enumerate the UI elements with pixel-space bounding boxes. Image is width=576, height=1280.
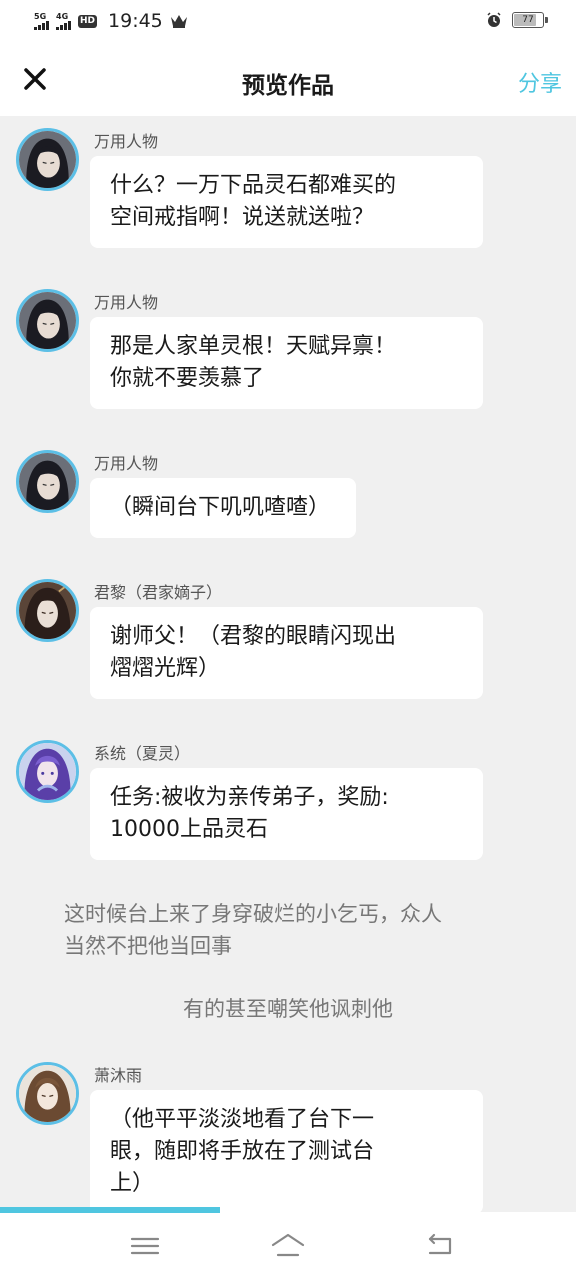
top-bar: 预览作品 分享 [0, 44, 576, 116]
character-name: 万用人物 [94, 454, 159, 473]
character-avatar[interactable] [16, 289, 79, 352]
sim1-label: 5G [34, 12, 47, 21]
sim2-label: 4G [56, 12, 69, 21]
hd-badge: HD [78, 14, 98, 28]
dark-hair-man-icon [19, 292, 76, 349]
character-avatar[interactable] [16, 1062, 79, 1125]
long-hair-youth-icon [19, 582, 76, 639]
home-icon[interactable] [270, 1231, 306, 1261]
character-avatar[interactable] [16, 128, 79, 191]
dark-hair-man-icon [19, 131, 76, 188]
character-name: 系统（夏灵） [94, 744, 191, 763]
character-avatar[interactable] [16, 579, 79, 642]
dialog-bubble: 谢师父！（君黎的眼睛闪现出 熠熠光辉） [90, 607, 483, 699]
back-icon[interactable] [422, 1231, 458, 1261]
purple-hair-girl-icon [19, 743, 76, 800]
character-avatar[interactable] [16, 450, 79, 513]
dialog-bubble: （瞬间台下叽叽喳喳） [90, 478, 356, 538]
dialog-bubble: 什么？一万下品灵石都难买的 空间戒指啊！说送就送啦？ [90, 156, 483, 248]
dialog-bubble: （他平平淡淡地看了台下一 眼，随即将手放在了测试台 上） [90, 1090, 483, 1212]
character-avatar[interactable] [16, 740, 79, 803]
battery-level: 77 [522, 15, 534, 25]
chat-area[interactable]: 万用人物 什么？一万下品灵石都难买的 空间戒指啊！说送就送啦？ 万用人物 那是人… [0, 116, 576, 1212]
sim1-signal: 5G [34, 12, 49, 30]
brown-hair-youth-icon [19, 1065, 76, 1122]
status-time: 19:45 [108, 10, 163, 32]
character-name: 万用人物 [94, 293, 159, 312]
battery-icon: 77 [512, 12, 548, 28]
narration-text: 这时候台上来了身穿破烂的小乞丐，众人 当然不把他当回事 [64, 902, 442, 958]
character-name: 萧沐雨 [94, 1066, 143, 1085]
crown-icon [170, 15, 187, 28]
sim2-signal: 4G [56, 12, 71, 30]
status-left: 5G 4G HD 19:45 [34, 10, 188, 32]
status-right: 77 [486, 12, 548, 28]
signal-bars-icon [34, 21, 49, 30]
signal-bars-icon [56, 21, 71, 30]
dialog-bubble: 那是人家单灵根！天赋异禀！ 你就不要羡慕了 [90, 317, 483, 409]
dark-hair-man-icon [19, 453, 76, 510]
share-button[interactable]: 分享 [518, 66, 562, 98]
character-name: 君黎（君家嫡子） [94, 583, 223, 602]
narration-text: 有的甚至嘲笑他讽刺他 [183, 997, 393, 1021]
dialog-bubble: 任务:被收为亲传弟子，奖励: 10000上品灵石 [90, 768, 483, 860]
page-title: 预览作品 [242, 73, 334, 99]
system-nav-bar [0, 1213, 576, 1280]
character-name: 万用人物 [94, 132, 159, 151]
alarm-icon [487, 12, 501, 27]
menu-icon[interactable] [127, 1231, 163, 1261]
status-bar: 5G 4G HD 19:45 77 [0, 0, 576, 44]
